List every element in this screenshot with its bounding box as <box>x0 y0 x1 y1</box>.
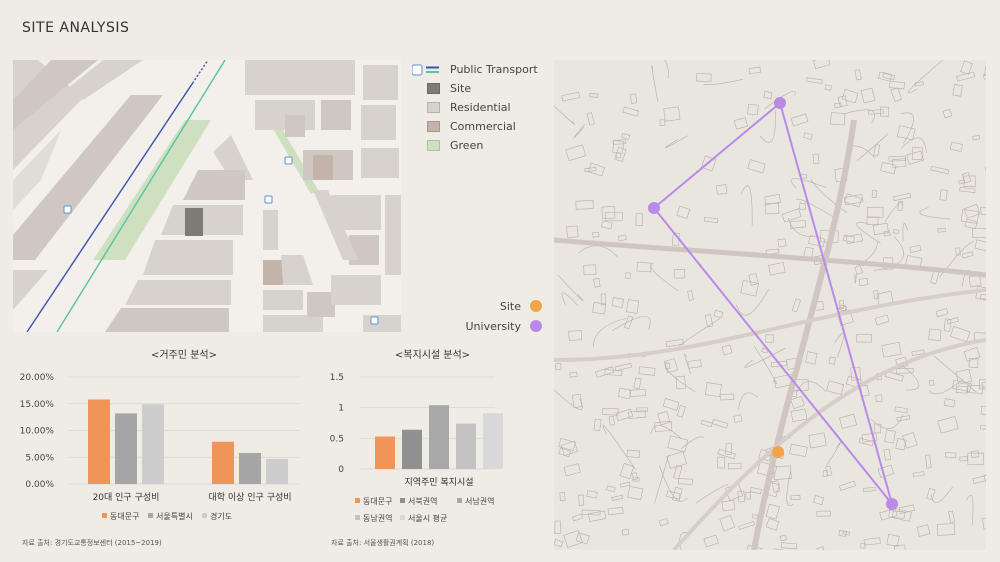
legend-residential: Residential <box>412 98 538 117</box>
university-marker[interactable] <box>648 202 660 214</box>
y-tick-label: 20.00% <box>20 373 55 383</box>
legend-green: Green <box>412 136 538 155</box>
site-dot-icon <box>530 300 542 312</box>
legend-label: 서울특별시 <box>156 511 193 521</box>
map-legend: Public Transport Site Residential Commer… <box>412 60 538 155</box>
bar <box>212 441 234 484</box>
y-tick-label: 1.5 <box>330 373 344 383</box>
bar <box>88 399 110 484</box>
legend-label: University <box>465 319 522 333</box>
bus-stop-icon <box>370 316 379 325</box>
legend-label: Residential <box>450 101 511 114</box>
y-tick-label: 5.00% <box>25 453 54 463</box>
bar <box>429 405 449 469</box>
bar <box>239 452 261 484</box>
bus-stop-icon <box>284 156 293 165</box>
bus-stop-icon <box>63 205 72 214</box>
legend-swatch <box>102 513 107 518</box>
legend-site-point: Site <box>466 296 542 316</box>
legend-label: Commercial <box>450 120 516 133</box>
chart2-source: 자료 출처: 서울생활권계획 (2018) <box>331 539 435 547</box>
y-tick-label: 15.00% <box>20 400 55 410</box>
bar <box>483 413 503 469</box>
map-legend-points: Site University <box>465 296 542 336</box>
chart-title: <거주민 분석> <box>151 349 217 361</box>
x-tick-label: 지역주민 복지시설 <box>404 477 473 488</box>
welfare-facility-chart: <복지시설 분석> 1.5 1 0.5 0 지역주민 복지시설동대문구 서북권역 서남권역동남… <box>330 349 503 523</box>
y-tick-label: 10.00% <box>20 427 55 437</box>
legend-swatch <box>202 513 207 518</box>
bar <box>142 404 164 484</box>
transport-icon <box>412 64 439 75</box>
legend-site: Site <box>412 79 538 98</box>
bar <box>456 423 476 469</box>
legend-commercial: Commercial <box>412 117 538 136</box>
chart-title: <복지시설 분석> <box>395 349 470 361</box>
legend-label: Site <box>450 82 472 95</box>
legend-label: 서울시 평균 <box>408 513 447 523</box>
site-marker[interactable] <box>772 446 784 458</box>
legend-label: Site <box>499 299 521 313</box>
university-marker[interactable] <box>774 97 786 109</box>
legend-swatch <box>355 498 360 503</box>
university-dot-icon <box>530 320 542 332</box>
legend-swatch <box>400 515 405 520</box>
legend-swatch <box>457 498 462 503</box>
legend-label: 동대문구 <box>110 512 139 521</box>
x-tick-label: 대학 이상 인구 구성비 <box>208 492 291 503</box>
bus-stop-icon <box>264 195 273 204</box>
legend-swatch <box>355 515 360 520</box>
legend-university-point: University <box>465 316 542 336</box>
bar <box>115 413 137 484</box>
y-tick-label: 0.5 <box>330 434 344 444</box>
legend-label: 동대문구 <box>363 497 392 506</box>
swatch <box>427 121 440 132</box>
legend-label: Public Transport <box>450 63 538 76</box>
legend-label: Green <box>450 139 484 152</box>
university-marker[interactable] <box>886 498 898 510</box>
urban-context-map <box>554 60 986 550</box>
legend-label: 서북권역 <box>408 496 437 506</box>
legend-label: 서남권역 <box>465 496 494 506</box>
resident-analysis-chart: <거주민 분석> 20.00% 15.00% 10.00% 5.00% 0.00% 20대 … <box>20 349 300 521</box>
legend-label: 동남권역 <box>363 513 392 523</box>
swatch <box>427 102 440 113</box>
swatch <box>427 140 440 151</box>
y-tick-label: 0 <box>338 465 344 475</box>
legend-swatch <box>148 513 153 518</box>
y-tick-label: 0.00% <box>25 480 54 490</box>
swatch <box>427 83 440 94</box>
bar <box>375 436 395 469</box>
bar <box>266 458 288 484</box>
x-tick-label: 20대 인구 구성비 <box>93 492 160 503</box>
bar <box>402 429 422 469</box>
page-title: SITE ANALYSIS <box>22 20 130 36</box>
legend-label: 경기도 <box>210 511 232 521</box>
chart1-source: 자료 출처: 경기도교통정보센터 (2015~2019) <box>22 539 162 547</box>
legend-public-transport: Public Transport <box>412 60 538 79</box>
legend-swatch <box>400 498 405 503</box>
y-tick-label: 1 <box>338 404 344 414</box>
site-plan-map <box>13 60 401 332</box>
